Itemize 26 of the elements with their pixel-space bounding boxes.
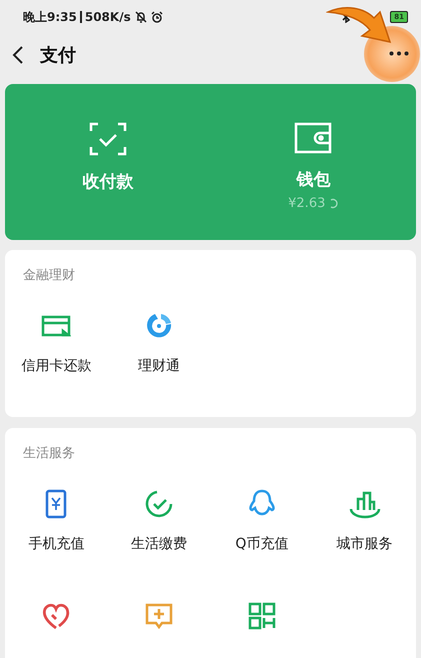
more-icon[interactable] bbox=[389, 51, 409, 56]
section-title: 金融理财 bbox=[23, 267, 75, 285]
wallet-icon bbox=[294, 122, 332, 154]
section-title: 生活服务 bbox=[23, 445, 75, 463]
chat-plus-icon bbox=[144, 602, 174, 630]
network-speed: 508K/s bbox=[84, 9, 131, 26]
swirl-icon bbox=[145, 312, 174, 340]
service-label[interactable]: 生活缴费 bbox=[131, 534, 188, 554]
service-label[interactable]: 手机充值 bbox=[28, 534, 84, 554]
qr-code-icon bbox=[248, 602, 276, 630]
phone-icon bbox=[45, 488, 68, 518]
service-label[interactable]: 信用卡还款 bbox=[21, 356, 92, 376]
heart-icon bbox=[41, 602, 72, 630]
status-time: 晚上9:35 bbox=[23, 9, 77, 26]
alarm-icon bbox=[150, 11, 163, 23]
loading-icon bbox=[329, 198, 338, 209]
service-label[interactable]: 理财通 bbox=[138, 356, 180, 376]
service-label[interactable]: 城市服务 bbox=[336, 534, 393, 554]
muted-bell-icon bbox=[134, 11, 147, 23]
wallet-balance: ¥2.63 bbox=[288, 194, 326, 212]
page-title: 支付 bbox=[40, 44, 76, 68]
scan-icon bbox=[88, 122, 127, 156]
check-circle-icon bbox=[144, 488, 174, 518]
card-icon bbox=[41, 314, 72, 338]
service-label[interactable]: Q币充值 bbox=[235, 534, 288, 554]
back-icon[interactable] bbox=[12, 45, 24, 65]
